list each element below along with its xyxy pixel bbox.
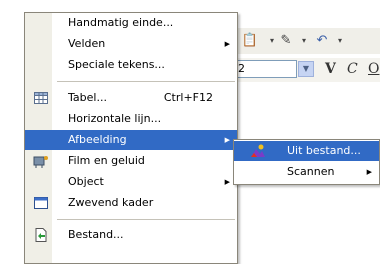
frame-icon — [33, 195, 49, 211]
menu-item-label: Velden — [68, 37, 106, 50]
undo-icon[interactable]: ↶ — [313, 32, 331, 50]
image-file-icon — [250, 143, 266, 159]
menu-item-fields[interactable]: Velden ▶ — [25, 34, 237, 54]
submenu-item-scan[interactable]: Scannen ▶ — [234, 162, 379, 182]
menu-item-label: Scannen — [287, 165, 335, 178]
chevron-down-icon[interactable]: ▼ — [298, 61, 314, 77]
menu-item-manual-break[interactable]: Handmatig einde... — [25, 13, 237, 33]
bold-button[interactable]: V — [325, 60, 336, 78]
menu-item-label: Tabel... — [68, 91, 107, 104]
image-submenu: Uit bestand... Scannen ▶ — [233, 139, 380, 185]
menu-item-label: Object — [68, 175, 104, 188]
menu-item-label: Film en geluid — [68, 154, 145, 167]
italic-button[interactable]: C — [347, 60, 358, 78]
menu-separator — [57, 81, 235, 82]
format-paintbrush-icon[interactable]: ✎ — [277, 32, 295, 50]
menu-item-label: Handmatig einde... — [68, 16, 174, 29]
paste-icon[interactable]: 📋 — [241, 32, 259, 50]
menu-item-label: Afbeelding — [68, 133, 127, 146]
submenu-arrow-icon: ▶ — [224, 40, 230, 48]
menu-item-label: Bestand... — [68, 228, 124, 241]
menu-item-horizontal-line[interactable]: Horizontale lijn... — [25, 109, 237, 129]
undo-dropdown-icon[interactable]: ▾ — [331, 32, 349, 50]
underline-button[interactable]: O — [368, 60, 379, 78]
submenu-item-from-file[interactable]: Uit bestand... — [234, 141, 379, 161]
submenu-arrow-icon: ▶ — [224, 178, 230, 186]
menu-item-special-characters[interactable]: Speciale tekens... — [25, 55, 237, 75]
menu-item-table[interactable]: Tabel... Ctrl+F12 — [25, 88, 237, 108]
menu-item-shortcut: Ctrl+F12 — [163, 91, 213, 104]
menu-item-label: Speciale tekens... — [68, 58, 165, 71]
menu-item-image[interactable]: Afbeelding ▶ — [25, 130, 237, 150]
insert-menu: Handmatig einde... Velden ▶ Speciale tek… — [24, 12, 238, 264]
menu-item-object[interactable]: Object ▶ — [25, 172, 237, 192]
menu-item-floating-frame[interactable]: Zwevend kader — [25, 193, 237, 213]
font-size-field[interactable]: 2 — [235, 60, 297, 78]
paintbrush-dropdown-icon[interactable]: ▾ — [295, 32, 313, 50]
submenu-arrow-icon: ▶ — [366, 168, 372, 176]
menu-item-label: Uit bestand... — [287, 144, 361, 157]
menu-item-file[interactable]: Bestand... — [25, 225, 237, 245]
menu-item-label: Zwevend kader — [68, 196, 154, 209]
menu-item-film-sound[interactable]: Film en geluid — [25, 151, 237, 171]
menu-separator — [57, 219, 235, 220]
film-sound-icon — [33, 153, 49, 169]
file-insert-icon — [33, 227, 49, 243]
formatting-toolbar: 2 ▼ V C O — [235, 58, 380, 82]
submenu-arrow-icon: ▶ — [224, 136, 230, 144]
menu-item-label: Horizontale lijn... — [68, 112, 162, 125]
standard-toolbar: 📋 ▾ ✎ ▾ ↶ ▾ — [235, 28, 380, 54]
table-icon — [33, 90, 49, 106]
